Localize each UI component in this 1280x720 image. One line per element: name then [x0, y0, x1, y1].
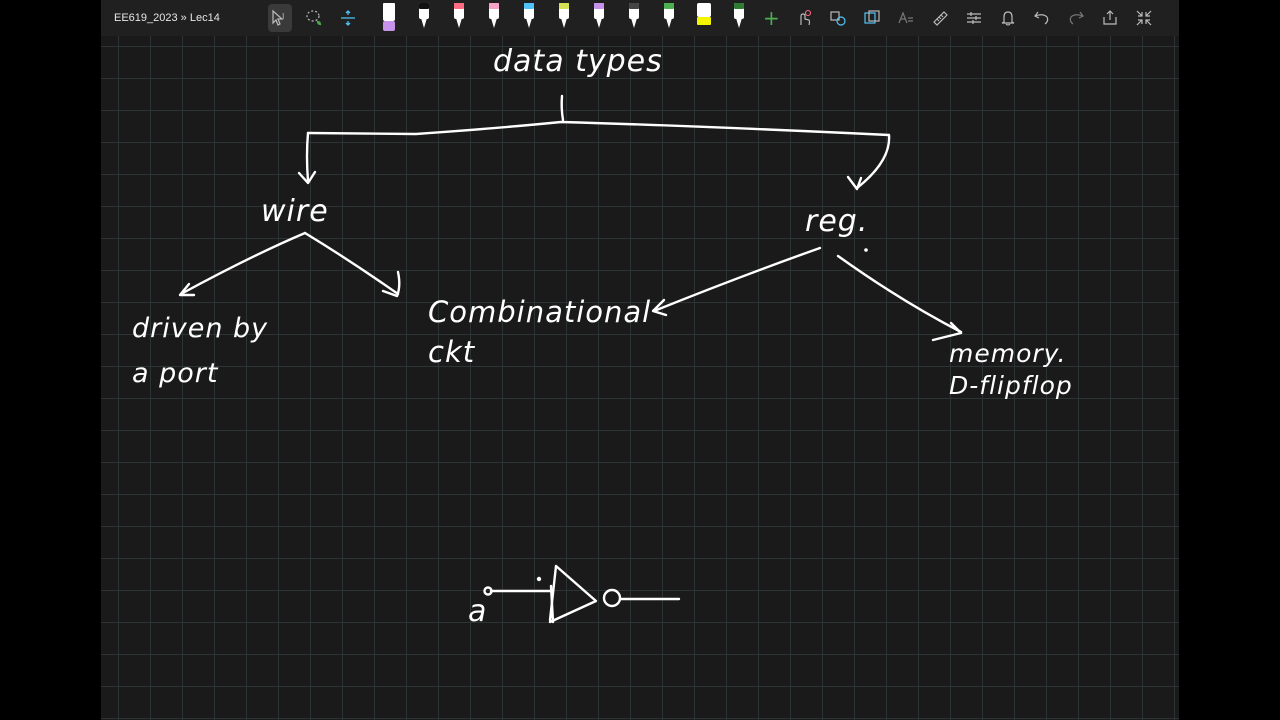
pen-tip — [456, 18, 462, 28]
pen-gray[interactable] — [627, 3, 641, 33]
pen-color-swatch — [419, 3, 429, 9]
pen-color-swatch — [383, 21, 395, 31]
toolbar: EE619_2023 » Lec14 I + — [101, 0, 1179, 36]
pen-color-swatch — [734, 3, 744, 9]
pen-tip — [666, 18, 672, 28]
undo-icon[interactable] — [1030, 4, 1054, 32]
node-wire: wire — [261, 194, 329, 229]
breadcrumb[interactable]: EE619_2023 » Lec14 — [101, 12, 260, 24]
pen-body — [383, 3, 395, 21]
pen-tip — [526, 18, 532, 28]
pen-purple[interactable] — [592, 3, 606, 33]
label-memory-d-flipflop: memory. D-flipflop — [949, 339, 1073, 400]
add-space-icon[interactable] — [336, 4, 360, 32]
pen-color-swatch — [629, 3, 639, 9]
pen-tip — [596, 18, 602, 28]
pen-dark-green[interactable] — [732, 3, 746, 33]
pen-orange-selected[interactable] — [382, 3, 396, 33]
pen-tip — [631, 18, 637, 28]
pen-color-swatch — [454, 3, 464, 9]
ink-to-shape-icon[interactable] — [860, 4, 884, 32]
pen-color-swatch — [524, 3, 534, 9]
redo-icon[interactable] — [1064, 4, 1088, 32]
pen-color-swatch — [664, 3, 674, 9]
pen-color-swatch — [594, 3, 604, 9]
highlighter-color-swatch — [697, 17, 711, 25]
node-reg: reg. — [805, 204, 869, 239]
add-pen-icon[interactable]: + — [763, 8, 780, 28]
label-gate-input-a: a — [468, 594, 488, 629]
pen-tip — [736, 18, 742, 28]
pen-color-swatch — [559, 3, 569, 9]
shape-icon[interactable] — [826, 4, 850, 32]
pen-color-swatch — [489, 3, 499, 9]
title-data-types: data types — [493, 44, 663, 79]
pen-black[interactable] — [417, 3, 431, 33]
pen-tip — [491, 18, 497, 28]
pen-blue[interactable] — [522, 3, 536, 33]
svg-text:I: I — [282, 12, 284, 21]
text-select-icon[interactable]: I — [268, 4, 292, 32]
lasso-select-icon[interactable] — [302, 4, 326, 32]
label-driven-by-a-port: driven by a port — [132, 313, 269, 389]
highlighter-yellow[interactable] — [697, 3, 711, 33]
fullscreen-icon[interactable] — [1132, 4, 1156, 32]
pen-yellow-green[interactable] — [557, 3, 571, 33]
onenote-window: EE619_2023 » Lec14 I + data types wire r… — [101, 0, 1179, 720]
pen-green[interactable] — [662, 3, 676, 33]
note-canvas[interactable]: data types wire reg. driven by a port Co… — [101, 36, 1179, 720]
pen-pink[interactable] — [487, 3, 501, 33]
touch-draw-icon[interactable] — [792, 4, 816, 32]
pen-tip — [561, 18, 567, 28]
ruler-icon[interactable] — [928, 4, 952, 32]
pen-tip — [421, 18, 427, 28]
share-icon[interactable] — [1098, 4, 1122, 32]
bell-icon[interactable] — [996, 4, 1020, 32]
label-combinational-ckt: Combinational ckt — [428, 295, 652, 369]
settings-sliders-icon[interactable] — [962, 4, 986, 32]
ink-to-math-icon[interactable] — [894, 4, 918, 32]
highlighter-body — [697, 3, 711, 17]
pen-red[interactable] — [452, 3, 466, 33]
